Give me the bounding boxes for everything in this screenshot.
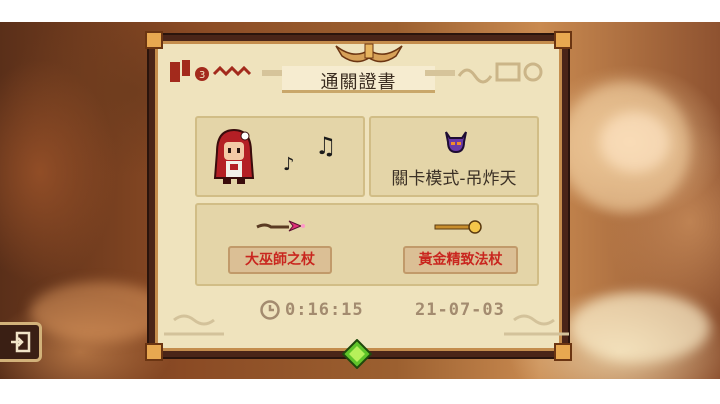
music-notes-icon: ♫ xyxy=(315,132,337,160)
gold-staff-icon xyxy=(434,220,482,234)
exit-icon xyxy=(10,331,30,353)
purple-demon-helmet-icon xyxy=(445,131,467,154)
exit-button[interactable] xyxy=(0,322,42,362)
frame-corner xyxy=(554,343,572,361)
certificate-panel: 3 通關證書 ♪ ♫ 關卡模式-吊炸天 大巫師之杖 黃金精致法杖 0:16:15… xyxy=(145,31,572,369)
mode-panel: 關卡模式-吊炸天 xyxy=(369,116,539,197)
frame-corner xyxy=(554,31,572,49)
mode-label: 關卡模式-吊炸天 xyxy=(391,169,517,189)
bottom-ornament-icon xyxy=(164,314,569,336)
weapon-1-name: 大巫師之杖 xyxy=(228,246,332,274)
title-bar: 3 通關證書 xyxy=(164,43,553,94)
weapon-2-name: 黃金精致法杖 xyxy=(403,246,518,274)
green-gem-icon xyxy=(342,339,372,369)
music-note-icon: ♪ xyxy=(283,154,295,175)
crest-icon xyxy=(335,43,403,63)
frame-corner xyxy=(145,31,163,49)
pink-staff-icon xyxy=(256,220,305,232)
hero-panel: ♪ ♫ xyxy=(195,116,365,197)
ornament-right-icon xyxy=(425,62,543,84)
weapons-panel: 大巫師之杖 黃金精致法杖 xyxy=(195,203,539,286)
red-hood-girl-icon xyxy=(213,128,255,184)
frame-corner xyxy=(145,343,163,361)
certificate-parchment: 3 通關證書 ♪ ♫ 關卡模式-吊炸天 大巫師之杖 黃金精致法杖 0:16:15… xyxy=(155,41,569,351)
